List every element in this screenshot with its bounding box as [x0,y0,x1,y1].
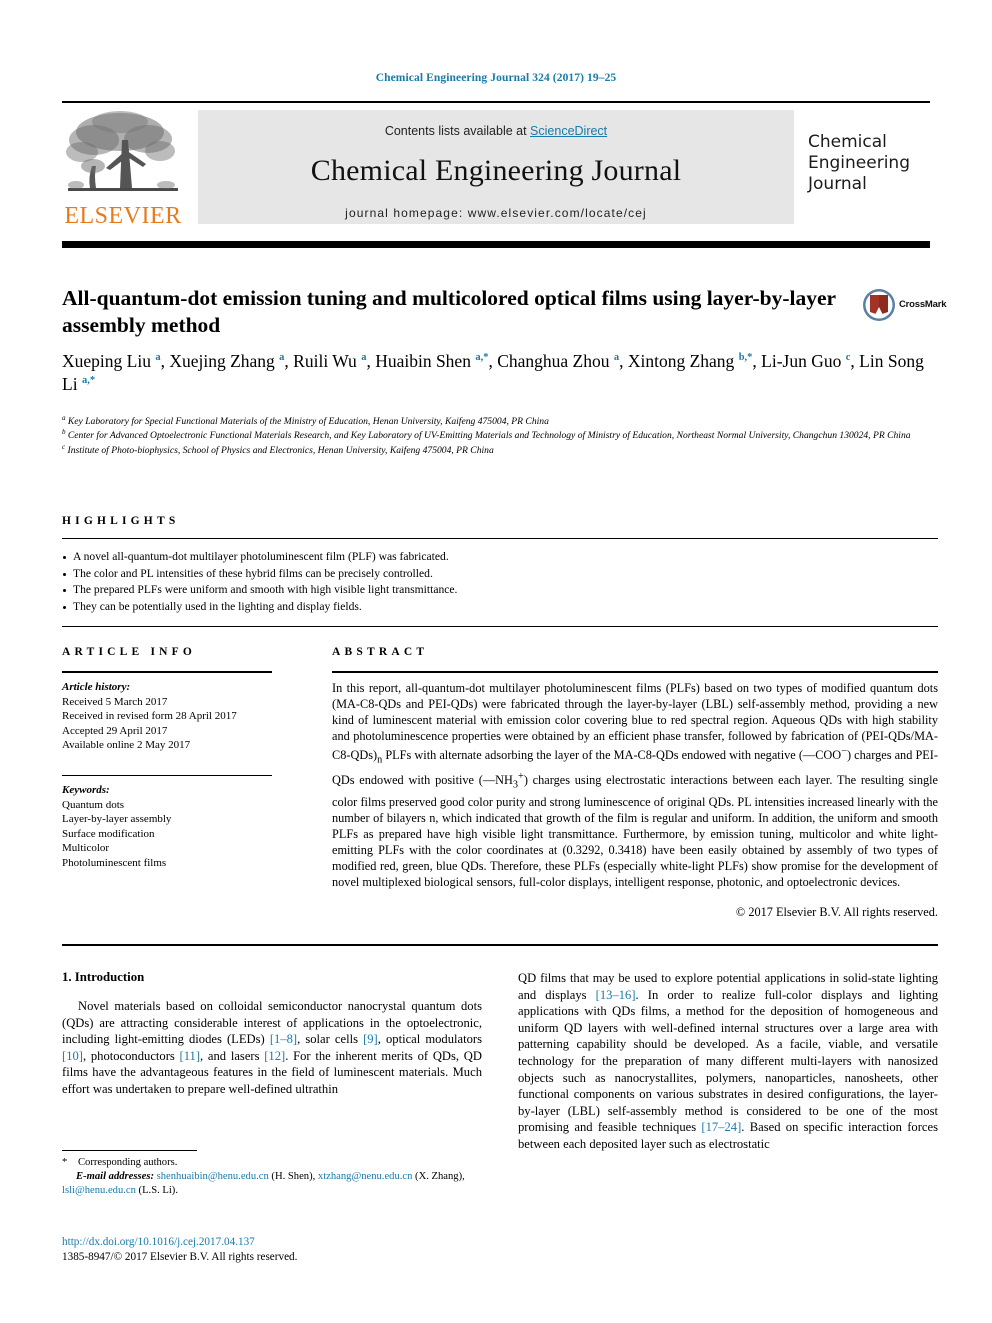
running-head: Chemical Engineering Journal 324 (2017) … [375,72,617,84]
article-info-rule [62,671,272,673]
intro-paragraph-left: Novel materials based on colloidal semic… [62,999,482,1096]
footnote-block: * Corresponding authors. E-mail addresse… [62,1156,487,1199]
footnote-rule [62,1150,197,1152]
elsevier-logo: ELSEVIER [62,106,184,228]
crossmark-badge[interactable]: CrossMark [862,288,947,324]
issn-copyright-line: 1385-8947/© 2017 Elsevier B.V. All right… [62,1250,298,1263]
corresponding-authors-note: * Corresponding authors. [62,1156,487,1170]
keywords-label: Keywords: [62,784,110,796]
cover-line-2: Engineering [808,153,910,173]
cover-line-3: Journal [808,174,867,194]
abstract-rule [332,671,938,673]
highlights-list: A novel all-quantum-dot multilayer photo… [62,549,938,615]
abstract-text: In this report, all-quantum-dot multilay… [332,681,939,890]
article-history-label: Article history: [62,681,131,693]
journal-header: ELSEVIER Contents lists available at Sci… [62,106,930,228]
crossmark-label: CrossMark [899,299,947,310]
crossmark-icon [863,289,895,321]
journal-cover-art: Chemical Engineering Journal [808,110,930,224]
article-info-heading: ARTICLE INFO [62,646,197,658]
highlights-bottom-rule [62,626,938,628]
affiliation-item: a Key Laboratory for Special Functional … [62,413,549,427]
highlights-heading: HIGHLIGHTS [62,515,180,527]
list-item: The color and PL intensities of these hy… [62,566,938,583]
highlights-top-rule [62,538,938,540]
intro-paragraph-right: QD films that may be used to explore pot… [518,971,939,1151]
corresponding-authors-text: Corresponding authors. [77,1157,178,1168]
keywords-rule [62,775,272,777]
affiliation-item: c Institute of Photo-biophysics, School … [62,442,494,456]
keyword-item: Multicolor [62,842,110,855]
contents-available-line: Contents lists available at ScienceDirec… [198,124,794,138]
list-item: They can be potentially used in the ligh… [62,599,938,616]
keywords-block: Keywords: Quantum dots Layer-by-layer as… [62,783,277,871]
keyword-item: Surface modification [62,827,155,840]
page-title: All-quantum-dot emission tuning and mult… [62,286,836,337]
header-bottom-bar [62,241,930,248]
title-block: All-quantum-dot emission tuning and mult… [62,285,852,339]
list-item: A novel all-quantum-dot multilayer photo… [62,549,938,566]
journal-article-page: Chemical Engineering Journal 324 (2017) … [0,0,992,1323]
body-column-right: QD films that may be used to explore pot… [518,970,938,1153]
elsevier-tree-icon [66,111,178,191]
history-item: Received 5 March 2017 [62,695,168,708]
history-item: Received in revised form 28 April 2017 [62,710,237,723]
abstract-heading: ABSTRACT [332,646,429,658]
affiliation-item: b Center for Advanced Optoelectronic Fun… [62,428,911,442]
article-history-block: Article history: Received 5 March 2017 R… [62,680,277,753]
section-heading-introduction: 1. Introduction [62,970,145,984]
abstract-copyright: © 2017 Elsevier B.V. All rights reserved… [735,905,938,919]
header-top-rule [62,101,930,103]
keyword-item: Layer-by-layer assembly [62,813,172,826]
doi-link[interactable]: http://dx.doi.org/10.1016/j.cej.2017.04.… [62,1235,492,1250]
author-list: Xueping Liu a, Xuejing Zhang a, Ruili Wu… [62,351,924,394]
cover-line-1: Chemical [808,132,887,152]
elsevier-wordmark: ELSEVIER [64,203,182,229]
asterisk-icon: * [62,1157,68,1168]
keyword-item: Quantum dots [62,798,125,811]
email-addresses-note[interactable]: E-mail addresses: shenhuaibin@henu.edu.c… [62,1170,487,1198]
body-column-left: 1. Introduction Novel materials based on… [62,970,482,1098]
header-center-band: Contents lists available at ScienceDirec… [198,110,794,224]
sciencedirect-link[interactable]: ScienceDirect [530,124,607,138]
list-item: The prepared PLFs were uniform and smoot… [62,582,938,599]
contents-prefix: Contents lists available at [384,124,531,138]
history-item: Accepted 29 April 2017 [62,724,168,737]
body-top-rule [62,944,938,946]
affiliation-list: a Key Laboratory for Special Functional … [62,413,938,458]
journal-homepage[interactable]: journal homepage: www.elsevier.com/locat… [198,206,794,220]
keyword-item: Photoluminescent films [62,856,167,869]
history-item: Available online 2 May 2017 [62,739,191,752]
journal-title: Chemical Engineering Journal [310,154,682,187]
doi-block: http://dx.doi.org/10.1016/j.cej.2017.04.… [62,1235,492,1264]
